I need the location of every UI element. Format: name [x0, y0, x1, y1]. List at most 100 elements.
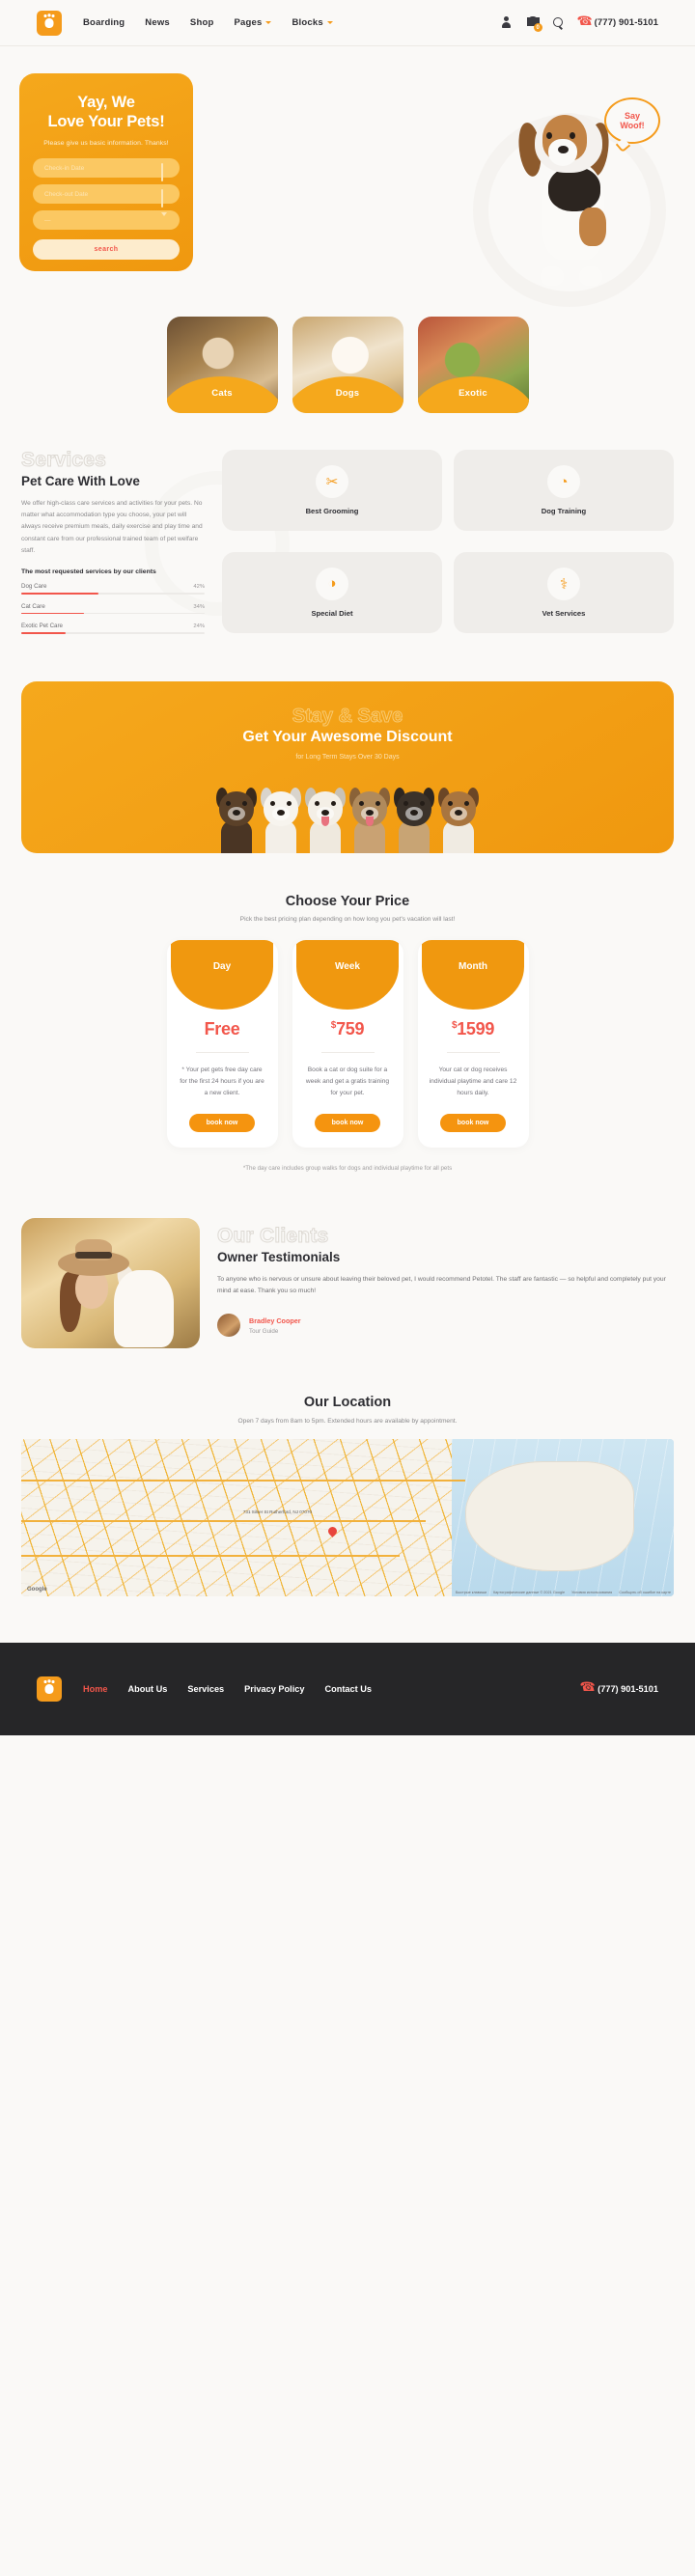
- service-card-dog-training[interactable]: ◔ Dog Training: [454, 450, 674, 531]
- map-attr-item[interactable]: Условия использования: [571, 1591, 612, 1594]
- skill-bar-track: [21, 612, 205, 615]
- nav-item-shop[interactable]: Shop: [190, 17, 214, 28]
- services-text-column: Services Pet Care With Love We offer hig…: [21, 450, 205, 643]
- skill-bar-track: [21, 592, 205, 595]
- author-name: Bradley Cooper: [249, 1316, 301, 1325]
- pet-type-select[interactable]: —: [33, 210, 180, 234]
- pricing-subtitle: Pick the best pricing plan depending on …: [239, 915, 456, 923]
- testimonial-photo: [21, 1217, 200, 1348]
- discount-subtitle: for Long Term Stays Over 30 Days: [295, 753, 400, 761]
- site-header: Boarding News Shop Pages Blocks 0 (777) …: [0, 0, 695, 46]
- service-card-label: Vet Services: [542, 608, 586, 618]
- skill-bar-value: 34%: [193, 603, 205, 610]
- map-pin-icon[interactable]: [325, 1525, 339, 1537]
- footer-nav-home[interactable]: Home: [83, 1684, 108, 1694]
- plan-name: Day: [212, 960, 232, 972]
- services-outline-title: Services: [21, 449, 107, 471]
- calendar-icon: [161, 163, 169, 182]
- footer-nav-about-us[interactable]: About Us: [128, 1684, 168, 1694]
- category-label: Dogs: [335, 388, 360, 399]
- location-section: Our Location Open 7 days from 8am to 5pm…: [0, 1348, 695, 1596]
- paw-icon: [43, 1679, 55, 1695]
- location-map[interactable]: 731 Silver St Rutherford, NJ 07070 Googl…: [21, 1438, 674, 1596]
- footer-phone-number: (777) 901-5101: [598, 1683, 658, 1694]
- booking-form-card: Yay, We Love Your Pets! Please give us b…: [19, 73, 193, 271]
- pricing-note: *The day care includes group walks for d…: [242, 1164, 453, 1172]
- book-now-button[interactable]: book now: [189, 1113, 255, 1132]
- divider: [320, 1051, 375, 1053]
- skill-bars-title: The most requested services by our clien…: [21, 568, 156, 575]
- category-card-exotic[interactable]: Exotic: [417, 317, 529, 413]
- pricing-section: Choose Your Price Pick the best pricing …: [0, 853, 695, 1172]
- divider: [446, 1051, 500, 1053]
- checkout-placeholder: Check-out Date: [44, 190, 89, 198]
- logo-icon[interactable]: [37, 10, 62, 36]
- plan-price: $759: [330, 1018, 365, 1039]
- pricing-card-week: Week $759 Book a cat or dog suite for a …: [292, 939, 403, 1148]
- checkin-placeholder: Check-in Date: [44, 164, 85, 172]
- whistle-icon: ◔: [547, 465, 580, 498]
- map-address-label: 731 Silver St Rutherford, NJ 07070: [242, 1510, 313, 1515]
- category-card-dogs[interactable]: Dogs: [292, 317, 403, 413]
- search-button[interactable]: search: [33, 239, 180, 261]
- plan-name-cap: Week: [296, 939, 399, 1010]
- service-card-grid: ✂ Best Grooming ◔ Dog Training ◑ Special…: [222, 450, 674, 643]
- skill-bar-value: 42%: [193, 583, 205, 590]
- cart-icon[interactable]: 0: [526, 16, 542, 32]
- pricing-card-list: Day Free * Your pet gets free day care f…: [21, 939, 674, 1148]
- plan-description: Your cat or dog receives individual play…: [429, 1066, 517, 1097]
- services-heading: Pet Care With Love: [21, 474, 140, 488]
- category-card-cats[interactable]: Cats: [166, 317, 278, 413]
- plan-description: * Your pet gets free day care for the fi…: [180, 1066, 264, 1097]
- search-icon[interactable]: [552, 16, 565, 29]
- checkout-date-input[interactable]: Check-out Date: [33, 184, 180, 208]
- skill-bar-fill: [21, 592, 98, 595]
- plan-name-cap: Month: [422, 939, 524, 1010]
- map-attr-item[interactable]: Быстрые клавиши: [456, 1591, 486, 1594]
- plan-description: Book a cat or dog suite for a week and g…: [305, 1066, 390, 1097]
- nav-item-blocks[interactable]: Blocks: [292, 17, 333, 28]
- book-now-button[interactable]: book now: [315, 1113, 380, 1132]
- service-card-label: Special Diet: [311, 608, 353, 618]
- book-now-button[interactable]: book now: [440, 1113, 506, 1132]
- testimonials-section: Our Clients Owner Testimonials To anyone…: [0, 1172, 695, 1348]
- nav-label: Shop: [189, 17, 214, 28]
- phone-icon: [578, 17, 589, 29]
- chevron-down-icon: [265, 21, 272, 24]
- testimonial-text-column: Our Clients Owner Testimonials To anyone…: [217, 1218, 674, 1348]
- footer-nav-services[interactable]: Services: [187, 1684, 224, 1694]
- header-phone[interactable]: (777) 901-5101: [578, 17, 658, 29]
- checkin-date-input[interactable]: Check-in Date: [33, 158, 180, 182]
- header-actions: 0 (777) 901-5101: [500, 16, 658, 32]
- nav-label: Blocks: [292, 17, 323, 28]
- bubble-text: Say Woof!: [620, 110, 645, 130]
- nav-item-pages[interactable]: Pages: [234, 17, 272, 28]
- pricing-card-month: Month $1599 Your cat or dog receives ind…: [417, 939, 529, 1148]
- category-label: Cats: [211, 388, 233, 399]
- calendar-icon: [161, 189, 169, 208]
- footer-logo-icon[interactable]: [37, 1676, 62, 1702]
- map-attr-item[interactable]: Сообщить об ошибке на карте: [619, 1591, 671, 1594]
- testimonial-author: Bradley Cooper Tour Guide: [217, 1314, 674, 1338]
- google-logo: Google: [27, 1586, 47, 1593]
- nav-item-news[interactable]: News: [145, 17, 170, 28]
- dog-illustration: [348, 786, 391, 853]
- service-card-label: Dog Training: [541, 507, 587, 515]
- plan-name: Month: [459, 960, 487, 972]
- nav-item-boarding[interactable]: Boarding: [83, 17, 125, 28]
- footer-nav-privacy-policy[interactable]: Privacy Policy: [244, 1684, 304, 1694]
- nav-label: Boarding: [83, 17, 125, 28]
- service-card-special-diet[interactable]: ◑ Special Diet: [222, 551, 442, 633]
- footer-phone[interactable]: (777) 901-5101: [581, 1683, 658, 1695]
- map-road: [21, 1520, 427, 1523]
- user-icon[interactable]: [500, 16, 513, 29]
- footer-nav-contact-us[interactable]: Contact Us: [324, 1684, 372, 1694]
- discount-outline-title: Stay & Save: [292, 705, 403, 727]
- service-card-vet-services[interactable]: ⚕ Vet Services: [454, 551, 674, 633]
- map-road: [21, 1555, 401, 1558]
- main-nav: Boarding News Shop Pages Blocks: [83, 17, 333, 28]
- search-button-label: search: [94, 246, 119, 254]
- author-role: Tour Guide: [249, 1327, 279, 1335]
- map-attribution: Быстрые клавиши Картографические данные …: [456, 1591, 671, 1594]
- service-card-best-grooming[interactable]: ✂ Best Grooming: [222, 450, 442, 531]
